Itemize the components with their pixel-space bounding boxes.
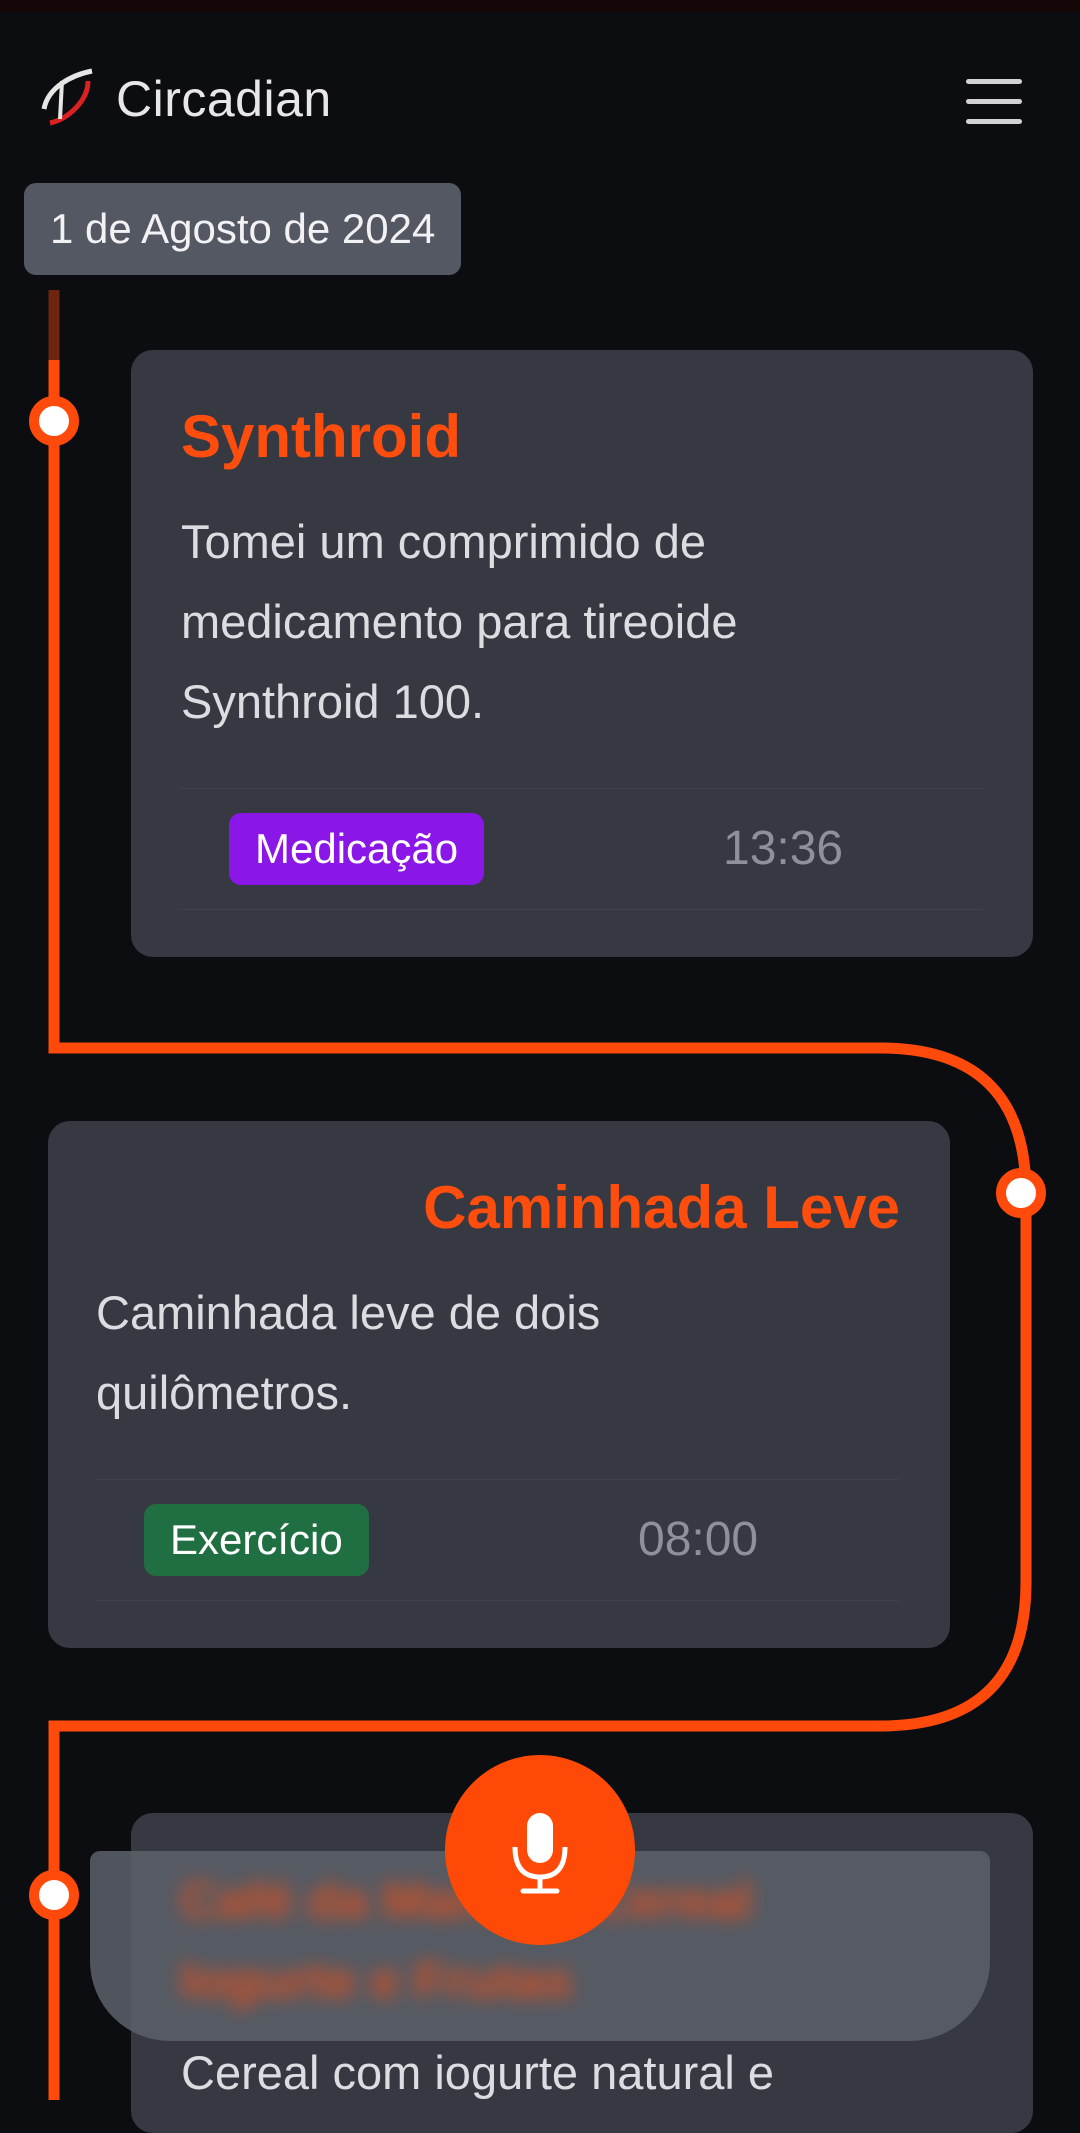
microphone-icon bbox=[512, 1813, 568, 1894]
entry-time: 13:36 bbox=[723, 822, 844, 875]
entry-title: Caminhada Leve bbox=[423, 1174, 900, 1241]
entry-description-line: Synthroid 100. bbox=[181, 675, 485, 728]
entry-title: Synthroid bbox=[181, 403, 461, 470]
circadian-logo-icon bbox=[41, 68, 93, 126]
category-tag-medication[interactable]: Medicação bbox=[229, 813, 485, 885]
entry-description-line: quilômetros. bbox=[96, 1366, 352, 1419]
entry-time: 08:00 bbox=[638, 1513, 759, 1566]
category-tag-exercise[interactable]: Exercício bbox=[144, 1504, 369, 1576]
app-header: Circadian bbox=[0, 12, 1080, 170]
entry-description-line: Caminhada leve de dois bbox=[96, 1286, 601, 1339]
voice-record-button[interactable] bbox=[445, 1755, 635, 1945]
entry-title-blurred: Iogurte e Frutas bbox=[180, 1952, 573, 2010]
entry-description-line: medicamento para tireoide bbox=[181, 595, 738, 648]
app-title: Circadian bbox=[116, 71, 332, 127]
timeline-node bbox=[29, 1870, 79, 1920]
entry-description-line: Tomei um comprimido de bbox=[181, 515, 707, 568]
entry-card-caminhada[interactable]: Caminhada Leve Caminhada leve de dois qu… bbox=[48, 1121, 950, 1648]
entry-description-line: Cereal com iogurte natural e bbox=[181, 2046, 775, 2099]
timeline-node bbox=[996, 1168, 1046, 1218]
date-label: 1 de Agosto de 2024 bbox=[24, 183, 462, 275]
entry-footer: Exercício 08:00 bbox=[96, 1479, 898, 1601]
hamburger-icon-bar bbox=[966, 99, 1022, 104]
hamburger-icon-bar bbox=[966, 119, 1022, 124]
hamburger-icon bbox=[966, 79, 1022, 84]
entry-footer: Medicação 13:36 bbox=[181, 788, 983, 910]
timeline-node bbox=[29, 396, 79, 446]
entry-card-synthroid[interactable]: Synthroid Tomei um comprimido de medicam… bbox=[131, 350, 1033, 957]
menu-button[interactable] bbox=[962, 77, 1024, 127]
